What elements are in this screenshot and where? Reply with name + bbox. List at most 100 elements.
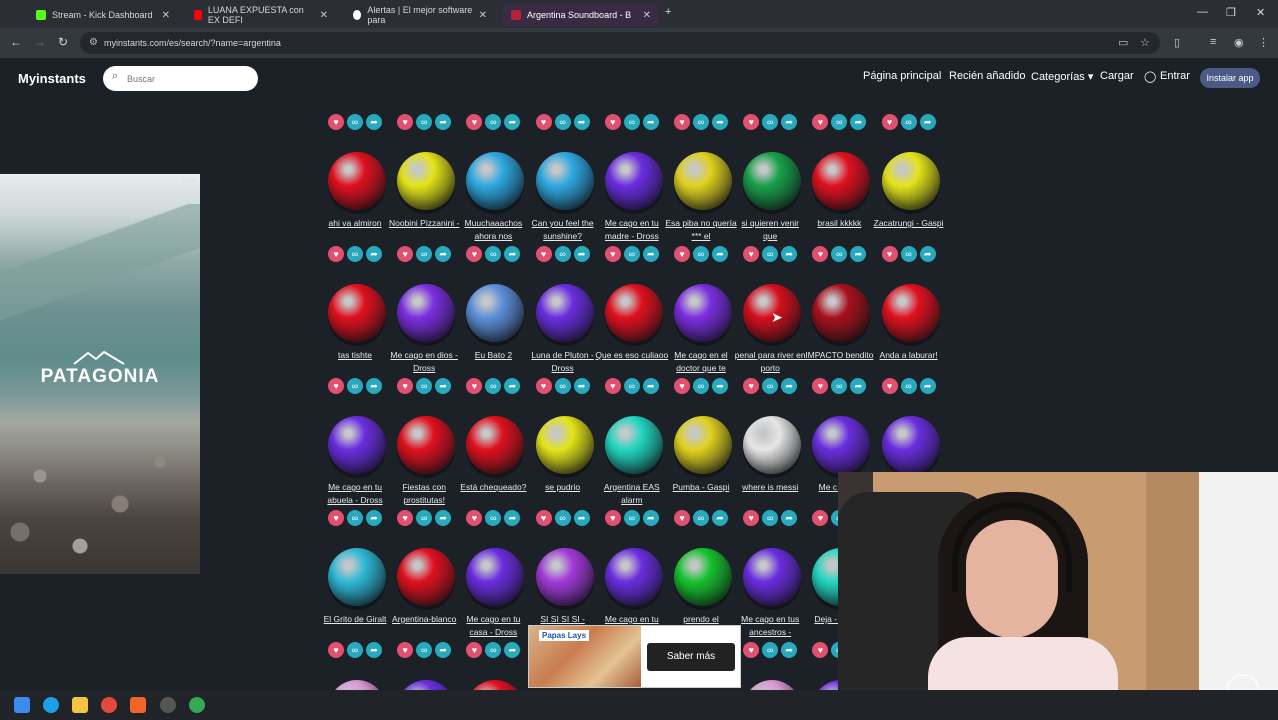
obs-icon[interactable] bbox=[160, 697, 176, 713]
maximize-icon[interactable]: ❐ bbox=[1226, 6, 1236, 19]
reload-icon[interactable]: ↻ bbox=[58, 35, 68, 49]
play-sound-button[interactable] bbox=[812, 416, 871, 474]
sound-item: ahi va almiron ♥ ∞ ➦ bbox=[320, 96, 390, 262]
play-sound-button[interactable] bbox=[535, 548, 594, 606]
left-advertisement[interactable]: PATAGONIA ▷✕ bbox=[0, 174, 200, 574]
new-tab-icon[interactable]: + bbox=[665, 6, 671, 18]
minimize-icon[interactable]: — bbox=[1197, 6, 1208, 18]
close-tab-icon[interactable]: ✕ bbox=[643, 10, 651, 21]
bookmark-star-icon[interactable]: ☆ bbox=[1140, 36, 1150, 49]
tab-youtube-video[interactable]: LUANA EXPUESTA con EX DEFI ✕ bbox=[186, 4, 336, 26]
back-icon[interactable]: ← bbox=[10, 35, 22, 49]
tab-kick-dashboard[interactable]: Stream - Kick Dashboard ✕ bbox=[28, 4, 178, 26]
play-sound-button[interactable] bbox=[328, 152, 386, 210]
play-sound-button[interactable] bbox=[604, 416, 663, 474]
close-tab-icon[interactable]: ✕ bbox=[479, 10, 487, 21]
play-sound-button[interactable] bbox=[604, 548, 663, 606]
nav-home[interactable]: Página principal bbox=[863, 70, 941, 82]
play-sound-button[interactable] bbox=[743, 152, 802, 210]
play-sound-button[interactable] bbox=[674, 284, 732, 342]
sound-item: Me cago en tu abuela - Dross ♥ ∞ ➦ bbox=[320, 340, 390, 526]
play-sound-button[interactable] bbox=[328, 416, 386, 474]
sidebar-icon[interactable]: ▯ bbox=[1174, 36, 1180, 49]
nav-upload[interactable]: Cargar bbox=[1100, 70, 1134, 82]
play-sound-button[interactable] bbox=[604, 152, 663, 210]
play-sound-button[interactable] bbox=[466, 548, 525, 606]
edge-icon[interactable] bbox=[43, 697, 59, 713]
sound-item: ♥∞➦ bbox=[874, 340, 944, 526]
tab-alertas[interactable]: Alertas | El mejor software para ✕ bbox=[345, 4, 495, 26]
play-sound-button[interactable] bbox=[466, 416, 525, 474]
sound-item: Zacatrungi - Gaspi ♥ ∞ ➦ bbox=[874, 96, 944, 262]
forward-icon[interactable]: → bbox=[34, 35, 46, 49]
file-explorer-icon[interactable] bbox=[72, 697, 88, 713]
sound-item: Me cago en el doctor que te ♥ ∞ ➦ bbox=[666, 208, 736, 394]
play-sound-button[interactable] bbox=[881, 416, 940, 474]
play-sound-button[interactable] bbox=[397, 152, 456, 210]
play-sound-button[interactable] bbox=[812, 152, 871, 210]
learn-more-button[interactable]: Saber más bbox=[647, 643, 735, 671]
ad-brand: PATAGONIA bbox=[40, 366, 160, 387]
sound-item: where is messi ♥ ∞ ➦ bbox=[735, 340, 805, 526]
chrome-icon[interactable] bbox=[101, 697, 117, 713]
ad-product-image: Papas Lays bbox=[529, 626, 641, 687]
close-window-icon[interactable]: ✕ bbox=[1256, 6, 1265, 19]
bottom-advertisement[interactable]: Papas Lays Saber más bbox=[528, 625, 741, 688]
webcam-overlay bbox=[838, 472, 1278, 720]
close-tab-icon[interactable]: ✕ bbox=[320, 10, 328, 21]
play-sound-button[interactable] bbox=[674, 548, 732, 606]
play-sound-button[interactable] bbox=[604, 284, 663, 342]
nav-categories[interactable]: Categorías ▾ bbox=[1031, 70, 1093, 83]
sound-item: Anda a laburar! ♥ ∞ ➦ bbox=[874, 208, 944, 394]
play-sound-button[interactable] bbox=[812, 284, 871, 342]
chrome-profile-icon[interactable] bbox=[189, 697, 205, 713]
play-sound-button[interactable] bbox=[881, 284, 940, 342]
play-sound-button[interactable] bbox=[466, 284, 525, 342]
play-sound-button[interactable] bbox=[881, 152, 940, 210]
play-sound-button[interactable] bbox=[674, 416, 732, 474]
sound-item: brasil kkkkk ♥ ∞ ➦ bbox=[804, 96, 874, 262]
play-sound-button[interactable] bbox=[328, 284, 386, 342]
play-sound-button[interactable] bbox=[397, 416, 456, 474]
play-sound-button[interactable] bbox=[743, 548, 802, 606]
tab-argentina-soundboard[interactable]: Argentina Soundboard - B ✕ bbox=[503, 4, 659, 26]
menu-icon[interactable]: ⋮ bbox=[1258, 36, 1269, 49]
profile-icon[interactable]: ◉ bbox=[1234, 36, 1244, 49]
url-field[interactable]: ⚙ myinstants.com/es/search/?name=argenti… bbox=[80, 32, 1160, 54]
play-sound-button[interactable] bbox=[674, 152, 732, 210]
play-sound-button[interactable] bbox=[535, 416, 594, 474]
sound-item: Argentina EAS alarm ♥ ∞ ➦ bbox=[597, 340, 667, 526]
ad-mountain-image bbox=[0, 204, 200, 324]
install-app-button[interactable]: Instalar app bbox=[1200, 68, 1260, 88]
sound-item: El Grito de Giralt ♥ ∞ ➦ bbox=[320, 472, 390, 658]
brave-icon[interactable] bbox=[130, 697, 146, 713]
nav-login[interactable]: Entrar bbox=[1160, 70, 1190, 82]
windows-taskbar bbox=[0, 690, 1278, 720]
sound-item: Muuchaaachos ahora nos ♥ ∞ ➦ bbox=[458, 96, 528, 262]
cast-icon[interactable]: ▭ bbox=[1118, 36, 1128, 49]
play-sound-button[interactable] bbox=[466, 152, 525, 210]
search-input[interactable] bbox=[127, 71, 247, 86]
nav-recent[interactable]: Recién añadido bbox=[949, 70, 1025, 82]
search-box[interactable]: ⌕ bbox=[103, 66, 258, 91]
play-sound-button[interactable] bbox=[743, 416, 802, 474]
sound-item: Can you feel the sunshine? ♥ ∞ ➦ bbox=[528, 96, 598, 262]
sound-item: Esa piba no quería *** el ♥ ∞ ➦ bbox=[665, 96, 737, 262]
sound-item: SI SI SI SI -♥∞➦ bbox=[528, 472, 598, 658]
extensions-icon[interactable]: ≡ bbox=[1210, 36, 1216, 48]
ad-choices-icon[interactable]: ▷✕ bbox=[183, 176, 196, 185]
site-info-icon[interactable]: ⚙ bbox=[89, 32, 98, 54]
play-sound-button[interactable] bbox=[328, 548, 386, 606]
url-text: myinstants.com/es/search/?name=argentina bbox=[104, 38, 281, 48]
play-sound-button[interactable] bbox=[397, 284, 456, 342]
sound-item: prendo el♥∞➦ bbox=[666, 472, 736, 658]
windows-start-icon[interactable] bbox=[14, 697, 30, 713]
play-sound-button[interactable] bbox=[535, 284, 594, 342]
play-sound-button[interactable] bbox=[397, 548, 456, 606]
play-sound-button[interactable] bbox=[535, 152, 594, 210]
close-tab-icon[interactable]: ✕ bbox=[162, 10, 170, 21]
sound-item: Que es eso culiaoo ♥ ∞ ➦ bbox=[595, 208, 668, 394]
user-icon: ◯ bbox=[1144, 71, 1157, 83]
search-icon: ⌕ bbox=[112, 70, 119, 82]
site-logo[interactable]: Myinstants bbox=[18, 71, 86, 86]
